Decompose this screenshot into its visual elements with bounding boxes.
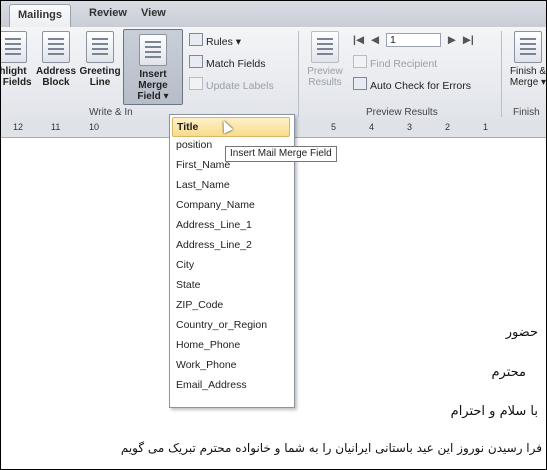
finish-merge-label-2: Merge — [509, 77, 539, 88]
ruler-mark: 2 — [445, 122, 451, 132]
merge-field-item[interactable]: Country_or_Region — [176, 319, 267, 331]
match-fields-icon — [189, 55, 203, 68]
preview-results-label-1: Preview — [307, 66, 343, 77]
ruler-mark: 1 — [483, 122, 489, 132]
chevron-down-icon: ▾ — [541, 77, 547, 88]
last-record-icon[interactable]: ▶| — [463, 34, 474, 46]
insert-merge-field-label-1: Insert Merge — [138, 69, 168, 91]
preview-results-icon — [311, 31, 339, 63]
record-navigation: |◀ ◀ 1 ▶ ▶| — [353, 33, 474, 47]
record-number-input[interactable]: 1 — [385, 33, 441, 47]
word-window: Mailings Review View hlight e Fields Add… — [0, 0, 547, 470]
ruler-mark: 11 — [51, 122, 61, 132]
highlight-fields-label-2: e Fields — [1, 77, 32, 88]
first-record-icon[interactable]: |◀ — [353, 34, 364, 46]
tooltip: Insert Mail Merge Field — [225, 146, 337, 162]
highlight-fields-icon — [1, 31, 27, 63]
greeting-line-label-2: Line — [89, 77, 111, 88]
preview-results-group-label: Preview Results — [366, 107, 438, 118]
group-separator — [501, 31, 502, 117]
greeting-line-button[interactable]: Greeting Line — [78, 31, 122, 88]
highlight-fields-label-1: hlight — [0, 66, 27, 77]
insert-merge-field-icon — [139, 34, 167, 66]
document-line-1: حضور — [505, 325, 538, 340]
document-line-2: محترم — [491, 365, 527, 380]
finish-merge-button[interactable]: Finish & Merge ▾ — [506, 31, 547, 88]
document-line-4: فرا رسیدن نوروز این عید باستانی ایرانیان… — [120, 441, 542, 455]
merge-field-item[interactable]: Address_Line_2 — [176, 239, 252, 251]
group-separator — [298, 31, 299, 117]
greeting-line-icon — [86, 31, 114, 63]
preview-results-label-2: Results — [308, 77, 342, 88]
highlight-merge-fields-button[interactable]: hlight e Fields — [0, 31, 33, 88]
find-recipient-button[interactable]: Find Recipient — [353, 55, 437, 70]
ribbon-tab-bar: Mailings Review View — [1, 1, 546, 28]
rules-label: Rules — [206, 36, 233, 48]
ruler-mark: 10 — [89, 122, 100, 132]
insert-merge-field-button[interactable]: Insert Merge Field ▾ — [123, 29, 183, 105]
chevron-down-icon: ▾ — [163, 91, 169, 102]
document-line-3: با سلام و احترام — [450, 404, 538, 419]
address-block-icon — [42, 31, 70, 63]
auto-check-errors-button[interactable]: Auto Check for Errors — [353, 77, 471, 92]
merge-field-item[interactable]: City — [176, 259, 194, 271]
match-fields-label: Match Fields — [206, 58, 266, 70]
update-labels-label: Update Labels — [206, 80, 274, 92]
ruler-mark: 3 — [407, 122, 413, 132]
address-block-label-1: Address — [35, 66, 76, 77]
merge-field-item[interactable]: Home_Phone — [176, 339, 240, 351]
next-record-icon[interactable]: ▶ — [448, 34, 456, 46]
finish-merge-icon — [514, 31, 542, 63]
rules-icon — [189, 33, 203, 46]
write-insert-group-label: Write & In — [89, 107, 133, 118]
previous-record-icon[interactable]: ◀ — [371, 34, 379, 46]
tab-review[interactable]: Review — [89, 7, 127, 19]
update-labels-button[interactable]: Update Labels — [189, 77, 274, 92]
update-labels-icon — [189, 77, 203, 90]
ruler-mark: 5 — [331, 122, 337, 132]
merge-field-item[interactable]: ZIP_Code — [176, 299, 223, 311]
merge-field-item[interactable]: Address_Line_1 — [176, 219, 252, 231]
match-fields-button[interactable]: Match Fields — [189, 55, 266, 70]
auto-check-icon — [353, 77, 367, 90]
merge-field-label: Title — [177, 121, 199, 133]
find-recipient-label: Find Recipient — [370, 58, 438, 70]
tab-mailings[interactable]: Mailings — [9, 4, 72, 27]
ruler-mark: 12 — [13, 122, 24, 132]
chevron-down-icon: ▾ — [235, 36, 242, 48]
address-block-label-2: Block — [42, 77, 70, 88]
greeting-line-label-1: Greeting — [79, 66, 121, 77]
preview-results-button[interactable]: Preview Results — [303, 31, 347, 88]
insert-merge-field-label-2-row: Field ▾ — [124, 91, 182, 102]
merge-field-item[interactable]: Work_Phone — [176, 359, 237, 371]
tab-view[interactable]: View — [141, 7, 166, 19]
ribbon: hlight e Fields Address Block Greeting L… — [1, 27, 546, 120]
finish-merge-label-2-row: Merge ▾ — [506, 77, 547, 88]
merge-field-item[interactable]: position — [176, 139, 212, 151]
merge-field-item[interactable]: State — [176, 279, 201, 291]
find-recipient-icon — [353, 55, 367, 68]
merge-field-item[interactable]: Last_Name — [176, 179, 230, 191]
merge-field-item[interactable]: First_Name — [176, 159, 230, 171]
insert-merge-field-label-2: Field — [137, 91, 161, 102]
merge-field-item[interactable]: Email_Address — [176, 379, 247, 391]
address-block-button[interactable]: Address Block — [35, 31, 77, 88]
auto-check-label: Auto Check for Errors — [370, 80, 471, 92]
finish-merge-label-1: Finish & — [509, 66, 547, 77]
rules-button[interactable]: Rules ▾ — [189, 33, 241, 48]
ruler-mark: 4 — [369, 122, 375, 132]
merge-field-item[interactable]: Company_Name — [176, 199, 255, 211]
finish-group-label: Finish — [513, 107, 540, 118]
